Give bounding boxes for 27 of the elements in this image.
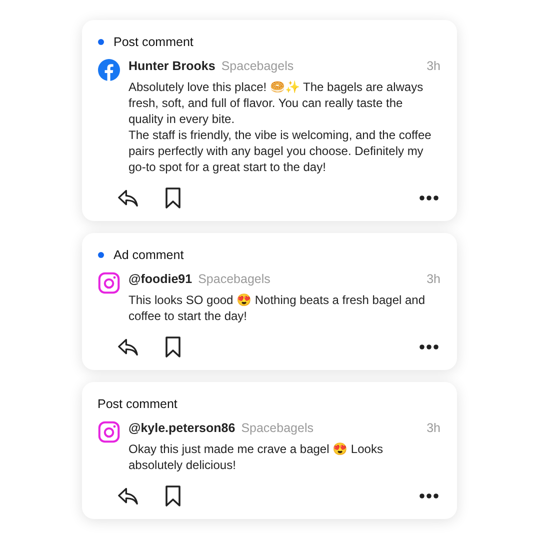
timestamp: 3h: [426, 272, 440, 286]
comment-text: This looks SO good 😍 Nothing beats a fresh bagel and coffee to start the day!: [128, 292, 426, 324]
author-name: @kyle.peterson86: [128, 421, 236, 435]
comment-text: Okay this just made me crave a bagel 😍 Looks absolutely delicious!: [128, 441, 384, 473]
bookmark-button[interactable]: [164, 187, 180, 209]
timestamp: 3h: [426, 421, 440, 435]
page-name: Spacebagels: [198, 272, 270, 286]
timestamp: 3h: [426, 59, 440, 73]
instagram-icon: [98, 421, 120, 443]
reply-button[interactable]: [116, 188, 138, 208]
facebook-icon: [98, 59, 120, 81]
more-options-button[interactable]: [418, 493, 438, 499]
instagram-icon: [98, 272, 120, 294]
page-name: Spacebagels: [241, 421, 314, 435]
more-options-button[interactable]: [418, 344, 438, 350]
author-name: Hunter Brooks: [128, 59, 216, 73]
reply-button[interactable]: [116, 486, 138, 506]
bookmark-button[interactable]: [164, 336, 180, 358]
comment-type-label: Post comment: [98, 397, 178, 411]
comment-type-label: Ad comment: [114, 248, 184, 262]
page-name: Spacebagels: [221, 59, 294, 73]
comment-type-label: Post comment: [114, 35, 194, 49]
reply-button[interactable]: [116, 337, 138, 357]
more-options-button[interactable]: [418, 195, 438, 201]
bookmark-button[interactable]: [164, 485, 180, 507]
author-name: @foodie91: [128, 272, 192, 286]
comment-text: Absolutely love this place! 🥯✨ The bagels are always fresh, soft, and full of flavor. You can really taste the quality in every bite. The staff is friendly, the vibe is welcoming, and the coffee pairs perfectly with any bagel you choose. Definitely my go-to spot for a great start to the day!: [128, 79, 432, 175]
